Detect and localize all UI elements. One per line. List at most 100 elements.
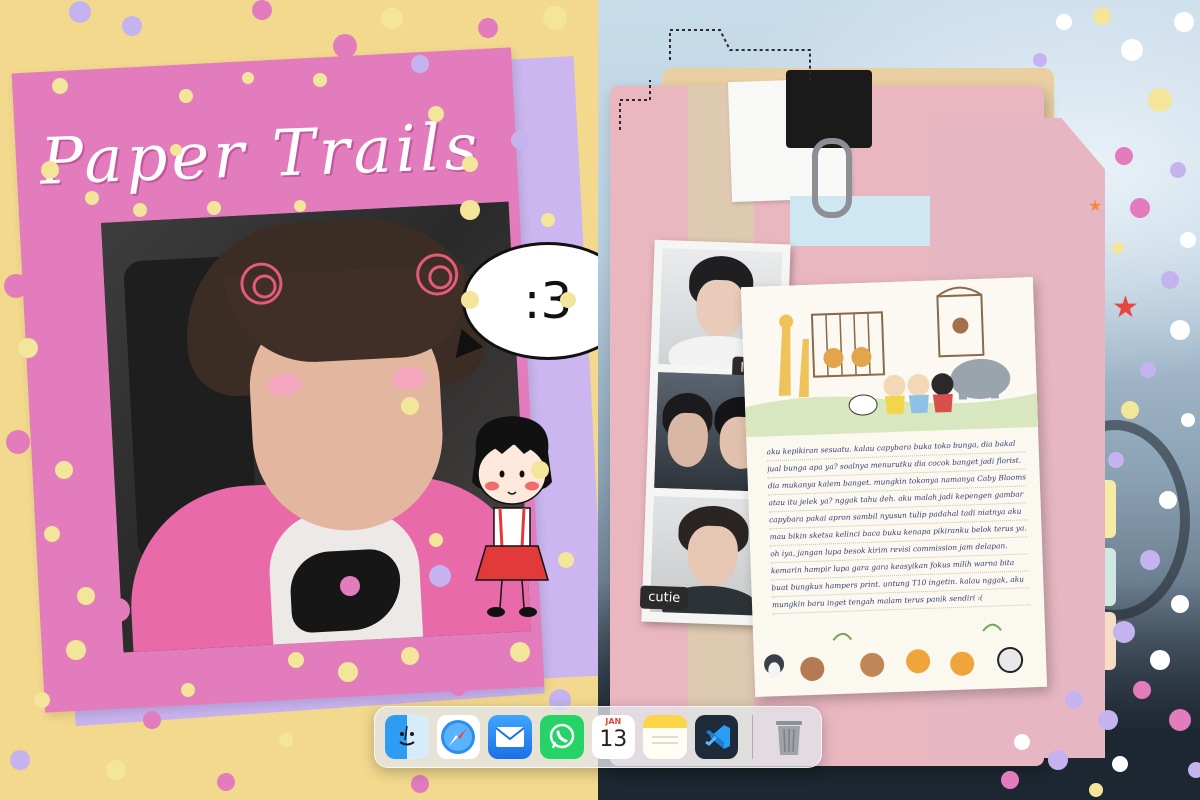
confetti-dot (41, 161, 59, 179)
confetti-dot (411, 775, 429, 793)
confetti-dot (122, 16, 142, 36)
confetti-dot (1140, 362, 1156, 378)
confetti-dot (18, 338, 38, 358)
confetti-dot (1150, 650, 1170, 670)
calendar-icon[interactable]: JAN 13 (591, 715, 636, 759)
confetti-dot (181, 683, 195, 697)
confetti-dot (231, 655, 249, 673)
confetti-dot (1048, 750, 1068, 770)
confetti-dot (1169, 709, 1191, 731)
confetti-dot (1130, 198, 1150, 218)
confetti-dot (429, 533, 443, 547)
confetti-dot (1148, 88, 1172, 112)
calendar-month: JAN (605, 717, 622, 726)
confetti-dot (1098, 710, 1118, 730)
notes-icon[interactable] (643, 715, 687, 759)
photo-tag-cutie: cutie (639, 585, 689, 611)
confetti-dot (69, 1, 91, 23)
confetti-dot (106, 760, 126, 780)
confetti-dot (179, 89, 193, 103)
maruko-sticker (472, 416, 552, 617)
confetti-dot (1033, 53, 1047, 67)
whatsapp-icon[interactable] (539, 715, 584, 759)
blue-note-paper (790, 196, 930, 246)
confetti-dot (1170, 162, 1186, 178)
confetti-dot (1161, 271, 1179, 289)
confetti-dot (381, 7, 403, 29)
confetti-dot (1113, 621, 1135, 643)
confetti-dot (338, 662, 358, 682)
confetti-dot (368, 112, 392, 136)
confetti-dot (294, 200, 306, 212)
confetti-dot (429, 565, 451, 587)
collage-title: Paper Trails (38, 110, 483, 200)
confetti-dot (1112, 756, 1128, 772)
confetti-dot (428, 106, 444, 122)
dock-separator (752, 715, 754, 759)
star-sticker: ★ (1112, 290, 1139, 325)
confetti-dot (133, 203, 147, 217)
confetti-dot (531, 461, 549, 479)
confetti-dot (85, 191, 99, 205)
confetti-dot (4, 274, 28, 298)
confetti-dot (511, 131, 529, 149)
confetti-dot (1108, 452, 1124, 468)
confetti-dot (217, 773, 235, 791)
confetti-dot (1121, 401, 1139, 419)
confetti-dot (340, 576, 360, 596)
animal-footer-illustration (764, 623, 1024, 681)
confetti-dot (34, 692, 50, 708)
confetti-dot (1115, 147, 1133, 165)
confetti-dot (1121, 39, 1143, 61)
vscode-icon[interactable] (694, 715, 739, 759)
zoo-illustration (740, 277, 1038, 438)
confetti-dot (543, 6, 567, 30)
confetti-dot (52, 78, 68, 94)
confetti-dot (1133, 681, 1151, 699)
confetti-dot (106, 598, 130, 622)
confetti-dot (541, 213, 555, 227)
confetti-dot (170, 144, 182, 156)
confetti-dot (1001, 771, 1019, 789)
safari-icon[interactable] (436, 715, 481, 759)
confetti-dot (1065, 691, 1083, 709)
confetti-dot (411, 55, 429, 73)
confetti-dot (1188, 762, 1200, 778)
confetti-dot (1181, 413, 1195, 427)
confetti-dot (460, 200, 480, 220)
confetti-dot (461, 291, 479, 309)
letter-paper: aku kepikiran sesuatu. kalau capybara bu… (740, 277, 1048, 697)
trash-icon[interactable] (767, 715, 811, 759)
confetti-dot (1014, 734, 1030, 750)
star-sticker-small: ★ (1088, 196, 1103, 215)
confetti-dot (279, 733, 293, 747)
confetti-dot (242, 72, 254, 84)
confetti-dot (1093, 7, 1111, 25)
confetti-dot (401, 647, 419, 665)
confetti-dot (1140, 550, 1160, 570)
confetti-dot (207, 201, 221, 215)
finder-icon[interactable] (385, 715, 429, 759)
confetti-dot (1089, 783, 1103, 797)
confetti-dot (1112, 242, 1124, 254)
confetti-dot (1171, 595, 1189, 613)
confetti-dot (401, 397, 419, 415)
confetti-dot (1174, 12, 1194, 32)
confetti-dot (462, 156, 478, 172)
confetti-dot (55, 461, 73, 479)
confetti-dot (1159, 491, 1177, 509)
letter-text: aku kepikiran sesuatu. kalau capybara bu… (766, 435, 1031, 615)
confetti-dot (77, 587, 95, 605)
confetti-dot (44, 526, 60, 542)
confetti-dot (1056, 14, 1072, 30)
confetti-dot (313, 73, 327, 87)
confetti-dot (1170, 320, 1190, 340)
confetti-dot (478, 18, 498, 38)
dock: JAN 13 (374, 706, 822, 768)
confetti-dot (6, 430, 30, 454)
confetti-dot (66, 640, 86, 660)
confetti-dot (560, 292, 576, 308)
calendar-day: 13 (599, 727, 628, 752)
confetti-dot (1180, 232, 1196, 248)
mail-icon[interactable] (488, 715, 532, 759)
